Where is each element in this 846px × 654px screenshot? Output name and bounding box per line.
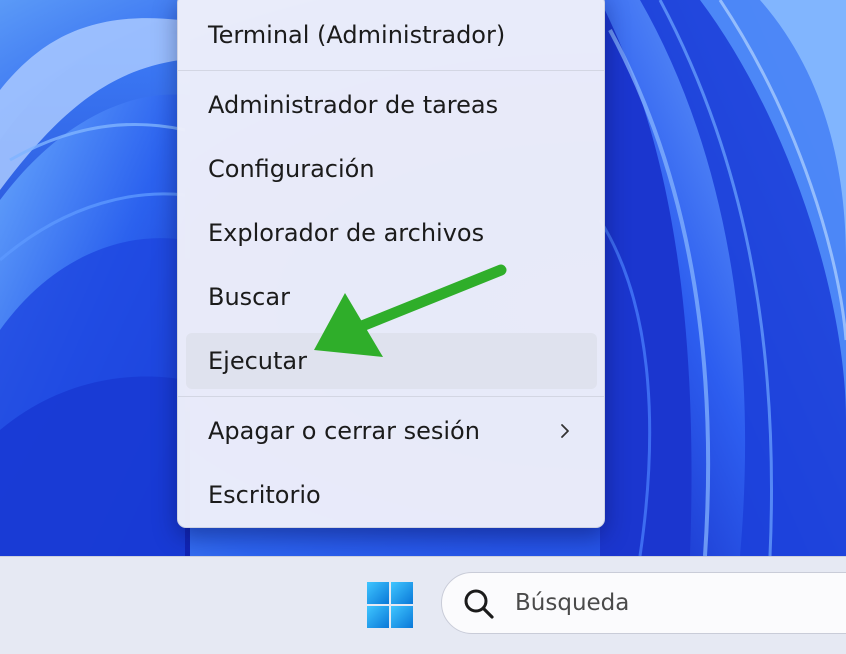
menu-item-settings[interactable]: Configuración xyxy=(186,141,597,197)
menu-item-label: Apagar o cerrar sesión xyxy=(208,417,480,445)
menu-separator xyxy=(178,396,604,397)
menu-separator xyxy=(178,70,604,71)
start-button[interactable] xyxy=(366,581,414,629)
taskbar: Búsqueda xyxy=(0,556,846,654)
menu-item-shutdown-signout[interactable]: Apagar o cerrar sesión xyxy=(186,403,597,459)
menu-item-task-manager[interactable]: Administrador de tareas xyxy=(186,77,597,133)
taskbar-search-box[interactable]: Búsqueda xyxy=(441,572,846,634)
windows-logo-icon xyxy=(367,582,413,628)
menu-item-file-explorer[interactable]: Explorador de archivos xyxy=(186,205,597,261)
search-icon xyxy=(462,587,496,621)
menu-item-label: Configuración xyxy=(208,155,375,183)
chevron-right-icon xyxy=(559,403,571,459)
menu-item-label: Ejecutar xyxy=(208,347,307,375)
menu-item-terminal-admin[interactable]: Terminal (Administrador) xyxy=(186,7,597,63)
search-placeholder: Búsqueda xyxy=(515,590,630,616)
quick-link-menu: Terminal (Administrador) Administrador d… xyxy=(177,0,605,528)
menu-item-label: Buscar xyxy=(208,283,290,311)
menu-item-run[interactable]: Ejecutar xyxy=(186,333,597,389)
menu-item-label: Explorador de archivos xyxy=(208,219,485,247)
menu-item-label: Administrador de tareas xyxy=(208,91,499,119)
menu-item-desktop[interactable]: Escritorio xyxy=(186,467,597,523)
menu-item-search[interactable]: Buscar xyxy=(186,269,597,325)
menu-item-label: Escritorio xyxy=(208,481,321,509)
menu-item-label: Terminal (Administrador) xyxy=(208,21,506,49)
